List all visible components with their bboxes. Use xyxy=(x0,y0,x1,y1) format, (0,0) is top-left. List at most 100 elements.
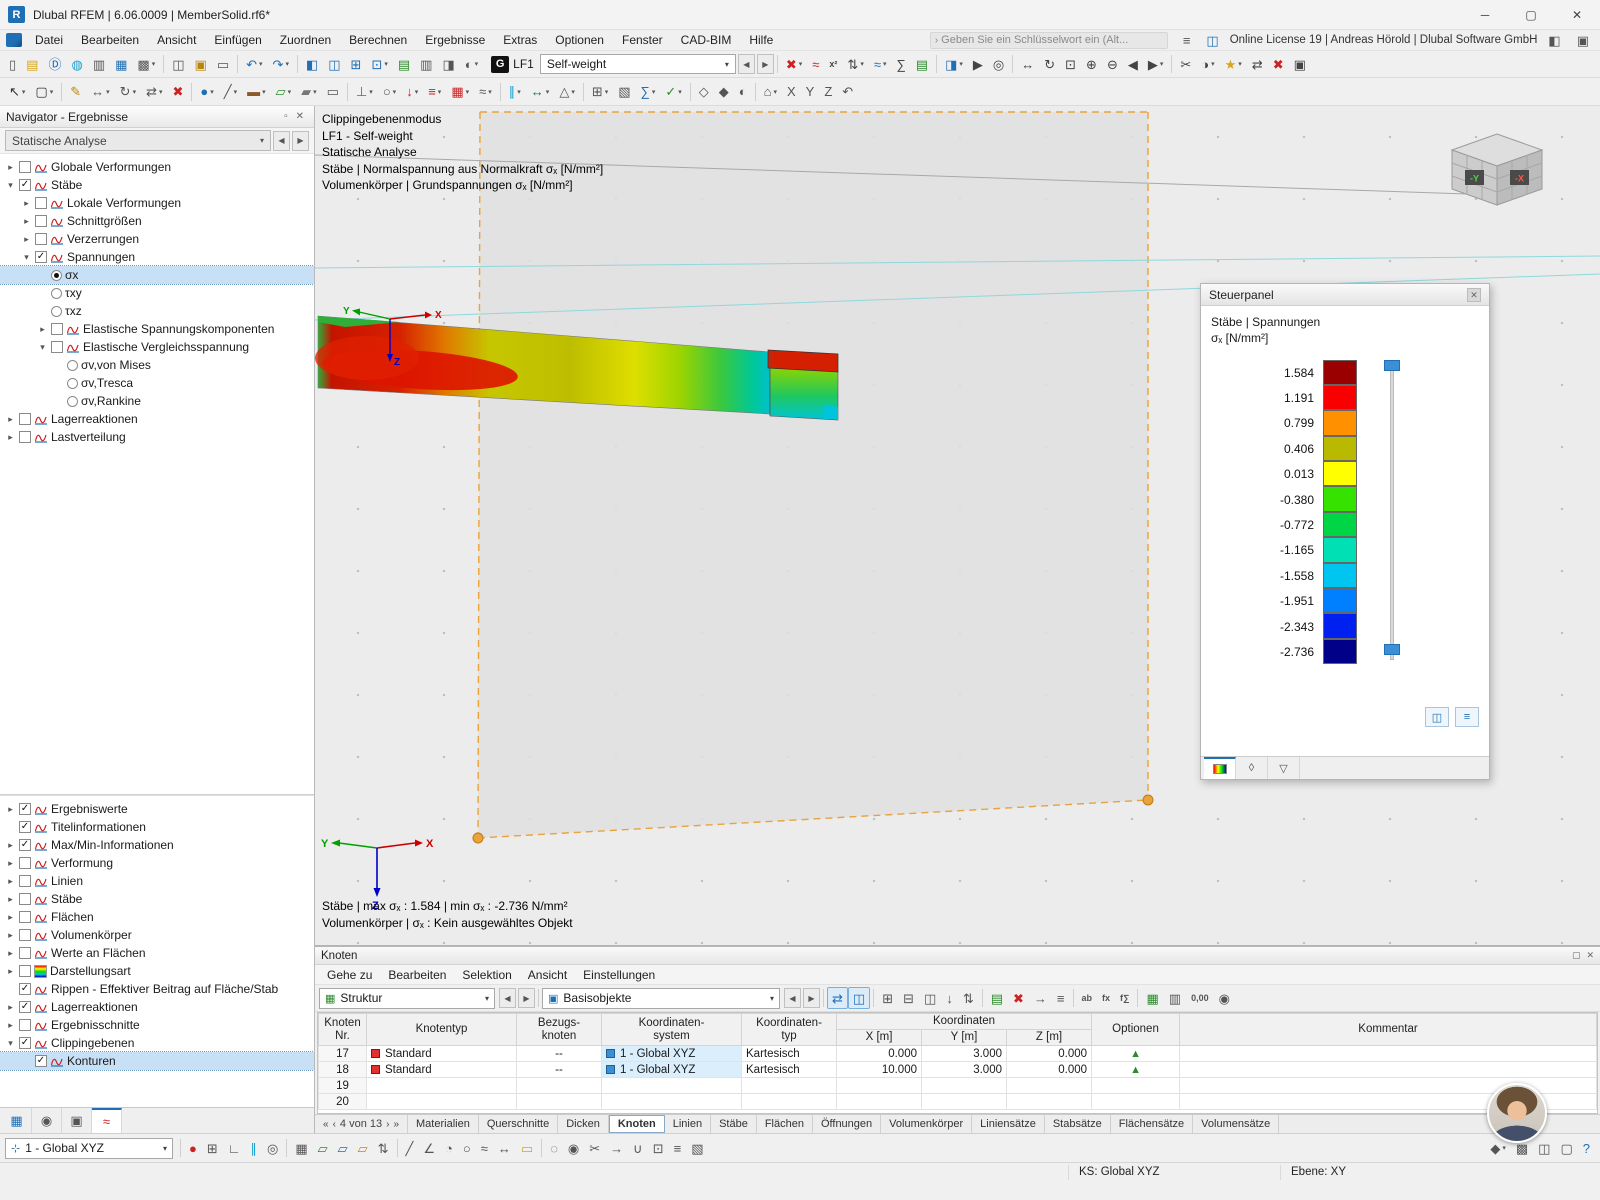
guidelines-icon[interactable]: ∥▾ xyxy=(504,81,526,103)
table-tab-dicken[interactable]: Dicken xyxy=(558,1115,609,1133)
checkbox[interactable]: ✓ xyxy=(19,1037,31,1049)
graphics-viewport[interactable]: X Y Z X Y Z xyxy=(315,106,1600,945)
checkbox[interactable] xyxy=(19,857,31,869)
open-model-icon[interactable]: ▤ xyxy=(21,53,43,75)
control-panel-icon[interactable]: ◨▾ xyxy=(940,53,968,75)
rename-tool-icon[interactable]: ab xyxy=(1077,987,1098,1009)
calculate-all-icon[interactable]: ∑▾ xyxy=(636,81,661,103)
checkbox[interactable]: ✓ xyxy=(35,251,47,263)
expander-icon[interactable]: ▸ xyxy=(5,966,16,977)
copy-row-icon[interactable]: ◫ xyxy=(919,987,941,1009)
table-row-node-18[interactable]: 18Standard--1 - Global XYZKartesisch10.0… xyxy=(319,1062,1597,1078)
expander-icon[interactable]: ▸ xyxy=(5,1002,16,1013)
next-group-button[interactable]: ▶ xyxy=(518,988,535,1008)
tree-item-konturen[interactable]: ✓Konturen xyxy=(0,1052,314,1070)
tree-item-max-min-informationen[interactable]: ▸✓Max/Min-Informationen xyxy=(0,836,314,854)
table-tab-fl-chen[interactable]: Flächen xyxy=(757,1115,813,1133)
views-navigator-tab[interactable]: ▣ xyxy=(62,1108,92,1133)
expander-icon[interactable]: ▾ xyxy=(37,342,48,353)
function-tool-icon[interactable]: fx xyxy=(1097,987,1115,1009)
col-header-coordtype[interactable]: Koordinaten- typ xyxy=(742,1014,837,1046)
wireframe-render-icon[interactable]: ◇ xyxy=(694,81,714,103)
result-values-icon[interactable]: x² xyxy=(824,53,842,75)
col-header-options[interactable]: Optionen xyxy=(1092,1014,1180,1046)
menu-cad-bim[interactable]: CAD-BIM xyxy=(672,31,741,49)
radio-button[interactable] xyxy=(67,396,78,407)
snap-objects-icon[interactable]: ◎ xyxy=(262,1137,283,1159)
new-opening-icon[interactable]: ▭ xyxy=(322,81,344,103)
view-x-icon[interactable]: X xyxy=(782,81,801,103)
new-hinge-icon[interactable]: ○▾ xyxy=(378,81,401,103)
export-table-icon[interactable]: ▤ xyxy=(986,987,1008,1009)
result-tables-icon[interactable]: ▤ xyxy=(911,53,933,75)
checkbox[interactable] xyxy=(19,965,31,977)
new-node-icon[interactable]: ●▾ xyxy=(195,81,218,103)
expander-icon[interactable]: ▸ xyxy=(21,198,32,209)
column-filter-icon[interactable]: ≡ xyxy=(1052,987,1070,1009)
checkbox[interactable] xyxy=(19,875,31,887)
workplane-xy-icon[interactable]: ▱ xyxy=(313,1137,333,1159)
menu-fenster[interactable]: Fenster xyxy=(613,31,672,49)
search-input[interactable] xyxy=(941,34,1163,46)
col-header-system[interactable]: Koordinaten- system xyxy=(602,1014,742,1046)
tree-item-linien[interactable]: ▸Linien xyxy=(0,872,314,890)
maximize-icon[interactable]: ▢ xyxy=(1572,950,1581,961)
expander-icon[interactable]: ▸ xyxy=(5,912,16,923)
expander-icon[interactable]: ▾ xyxy=(21,252,32,263)
camera-view-icon[interactable]: ▣ xyxy=(1289,53,1311,75)
tree-item-titelinformationen[interactable]: ✓Titelinformationen xyxy=(0,818,314,836)
animation-icon[interactable]: ▶ xyxy=(968,53,988,75)
check-model-icon[interactable]: ✓▾ xyxy=(660,81,686,103)
insert-row-icon[interactable]: ⊞ xyxy=(877,987,898,1009)
smooth-results-icon[interactable]: ≈▾ xyxy=(869,53,892,75)
new-solid-icon[interactable]: ▰▾ xyxy=(296,81,322,103)
online-services-icon[interactable]: ◍ xyxy=(66,53,87,75)
table-menu-einstellungen[interactable]: Einstellungen xyxy=(575,966,663,984)
window-single-icon[interactable]: ◧ xyxy=(301,53,323,75)
minimize-button[interactable]: ─ xyxy=(1462,0,1508,30)
table-tab-linien[interactable]: Linien xyxy=(665,1115,711,1133)
expander-icon[interactable]: ▸ xyxy=(5,1020,16,1031)
previous-category-button[interactable]: ◀ xyxy=(784,988,801,1008)
tree-item-elastische-spannungskomponenten[interactable]: ▸Elastische Spannungskomponenten xyxy=(0,320,314,338)
cad-arc-icon[interactable]: ◔ xyxy=(440,1137,458,1159)
user-views-icon[interactable]: ★▾ xyxy=(1220,53,1247,75)
show-results-icon[interactable]: ≈ xyxy=(807,53,824,75)
previous-table-button[interactable]: ‹ xyxy=(333,1119,336,1130)
snap-grid-icon[interactable]: ⊞ xyxy=(202,1137,223,1159)
tree-item-elastische-vergleichsspannung[interactable]: ▾Elastische Vergleichsspannung xyxy=(0,338,314,356)
select-box-icon[interactable]: ▢▾ xyxy=(30,81,58,103)
delete-row-icon[interactable]: ⊟ xyxy=(898,987,919,1009)
menu-ergebnisse[interactable]: Ergebnisse xyxy=(416,31,494,49)
analysis-type-combo[interactable]: Statische Analyse ▾ xyxy=(5,130,271,151)
new-member-icon[interactable]: ▬▾ xyxy=(242,81,271,103)
tree-item-st-be[interactable]: ▾✓Stäbe xyxy=(0,176,314,194)
expander-icon[interactable]: ▾ xyxy=(5,1038,16,1049)
print-icon[interactable]: ▥ xyxy=(88,53,110,75)
tree-item-st-be[interactable]: ▸Stäbe xyxy=(0,890,314,908)
extreme-values-icon[interactable]: ⇅▾ xyxy=(842,53,868,75)
paste-icon[interactable]: ▣ xyxy=(190,53,212,75)
printout-report-icon[interactable]: ▭ xyxy=(212,53,234,75)
fill-series-icon[interactable]: ↓ xyxy=(941,987,958,1009)
next-loadcase-button[interactable]: ▶ xyxy=(757,54,774,74)
table-menu-gehe-zu[interactable]: Gehe zu xyxy=(319,966,380,984)
print-table-icon[interactable]: ▥ xyxy=(1164,987,1186,1009)
tree-item-ergebnisschnitte[interactable]: ▸Ergebnisschnitte xyxy=(0,1016,314,1034)
grid-visibility-icon[interactable]: ▦ xyxy=(290,1137,312,1159)
table-group-combo[interactable]: ▦ Struktur ▾ xyxy=(319,988,495,1009)
save-icon[interactable]: ▦ xyxy=(110,53,132,75)
layers-icon[interactable]: ≡ xyxy=(669,1137,687,1159)
generate-mesh-icon[interactable]: ⊞▾ xyxy=(587,81,613,103)
checkbox[interactable] xyxy=(19,413,31,425)
table-category-combo[interactable]: ▣ Basisobjekte ▾ xyxy=(542,988,780,1009)
find-in-table-icon[interactable]: ◉ xyxy=(1214,987,1235,1009)
window-vertical-icon[interactable]: ◫ xyxy=(323,53,345,75)
isolate-selection-icon[interactable]: ◉ xyxy=(563,1137,584,1159)
tree-item-xz[interactable]: τxz xyxy=(0,302,314,320)
tree-item-ergebniswerte[interactable]: ▸✓Ergebniswerte xyxy=(0,800,314,818)
plane-handle-left[interactable] xyxy=(473,833,483,843)
panel-tab-filter[interactable]: ▽ xyxy=(1268,757,1300,779)
checkbox[interactable] xyxy=(35,233,47,245)
checkbox[interactable]: ✓ xyxy=(19,839,31,851)
